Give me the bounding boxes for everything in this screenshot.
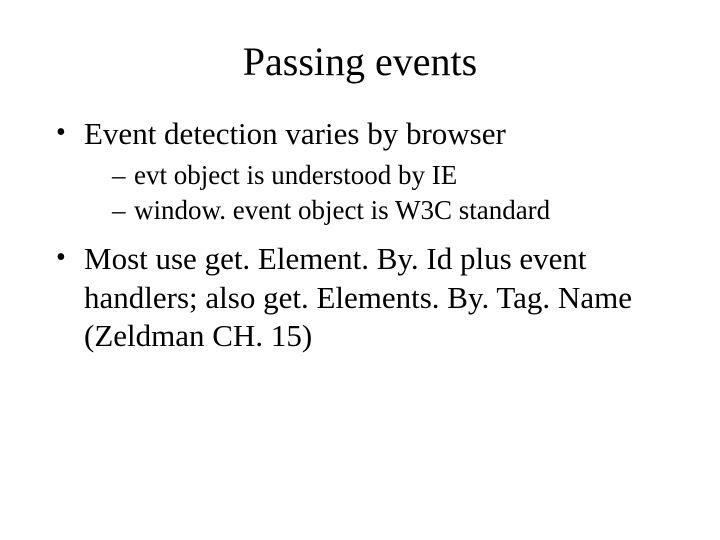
bullet-list: Event detection varies by browser evt ob… xyxy=(50,115,670,356)
list-item: window. event object is W3C standard xyxy=(112,193,670,228)
list-item: Event detection varies by browser evt ob… xyxy=(50,115,670,228)
list-item: evt object is understood by IE xyxy=(112,158,670,193)
sub-list: evt object is understood by IE window. e… xyxy=(84,158,670,228)
slide: Passing events Event detection varies by… xyxy=(0,0,720,540)
slide-body: Event detection varies by browser evt ob… xyxy=(0,105,720,356)
bullet-text: Event detection varies by browser xyxy=(84,116,506,151)
slide-title: Passing events xyxy=(0,0,720,105)
list-item: Most use get. Element. By. Id plus event… xyxy=(50,240,670,356)
bullet-text: window. event object is W3C standard xyxy=(134,195,550,225)
bullet-text: evt object is understood by IE xyxy=(134,160,457,190)
bullet-text: Most use get. Element. By. Id plus event… xyxy=(84,241,632,354)
